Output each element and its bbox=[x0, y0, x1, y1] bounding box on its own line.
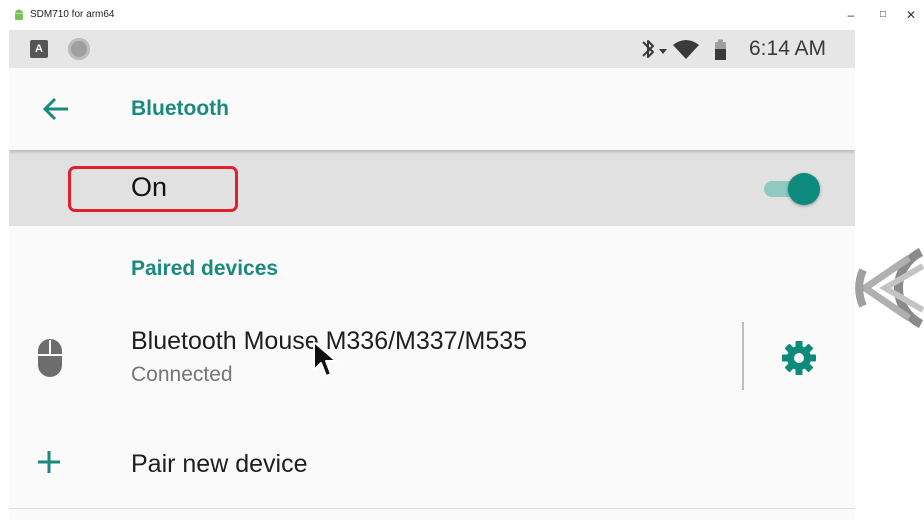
close-button[interactable]: ✕ bbox=[904, 8, 918, 22]
status-icons bbox=[642, 39, 726, 60]
device-screen: A 6:14 AM Bluetooth On Paired devices Bl… bbox=[9, 30, 855, 520]
paired-devices-header: Paired devices bbox=[131, 257, 279, 280]
arrow-left-icon[interactable] bbox=[41, 94, 71, 124]
minimize-button[interactable]: – bbox=[844, 8, 858, 22]
pair-new-device-item[interactable]: Pair new device bbox=[9, 430, 855, 500]
window-title: SDM710 for arm64 bbox=[30, 9, 115, 20]
status-time: 6:14 AM bbox=[749, 37, 827, 60]
window-titlebar: SDM710 for arm64 – □ ✕ bbox=[0, 0, 924, 30]
loading-spinner-icon bbox=[855, 247, 924, 329]
app-bar: Bluetooth bbox=[9, 68, 855, 150]
maximize-button[interactable]: □ bbox=[876, 8, 890, 22]
bluetooth-toggle[interactable] bbox=[762, 172, 822, 206]
plus-icon bbox=[38, 451, 60, 473]
pair-new-device-label: Pair new device bbox=[131, 450, 308, 478]
device-status: Connected bbox=[131, 363, 233, 386]
bluetooth-master-switch-row[interactable]: On bbox=[9, 150, 855, 226]
mouse-icon bbox=[38, 339, 62, 377]
list-item[interactable]: Bluetooth Mouse M336/M337/M535 Connected bbox=[9, 310, 855, 410]
wifi-icon bbox=[673, 40, 699, 59]
bluetooth-icon bbox=[642, 40, 654, 58]
status-bar: A 6:14 AM bbox=[9, 30, 855, 68]
divider bbox=[9, 508, 855, 509]
mouse-cursor-icon bbox=[313, 341, 337, 377]
page-title: Bluetooth bbox=[131, 97, 229, 120]
notification-badge: A bbox=[30, 40, 48, 58]
gear-icon[interactable] bbox=[781, 340, 817, 376]
battery-icon bbox=[715, 39, 726, 60]
android-icon bbox=[15, 9, 23, 20]
divider bbox=[742, 322, 744, 390]
toggle-thumb bbox=[788, 173, 820, 205]
highlight-annotation bbox=[68, 166, 238, 212]
notification-dot-icon bbox=[68, 38, 90, 60]
window-border bbox=[0, 30, 9, 520]
